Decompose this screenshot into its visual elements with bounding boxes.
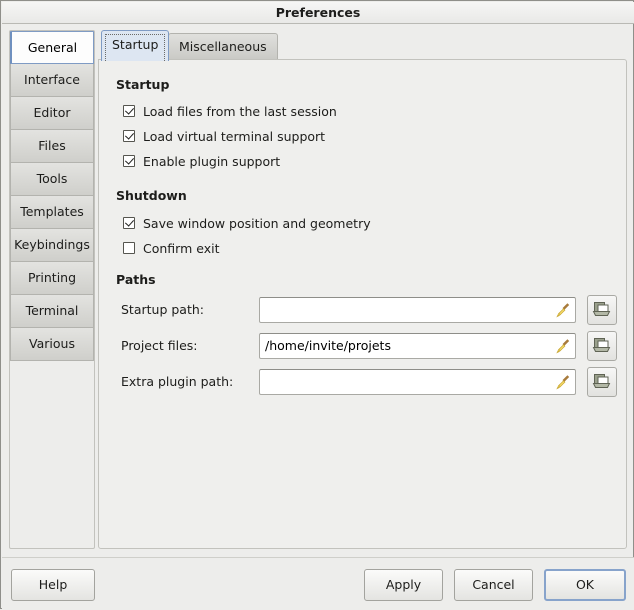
broom-icon[interactable]: [554, 337, 572, 355]
sidebar-item-tools[interactable]: Tools: [10, 163, 94, 196]
startup-tab-panel: Startup Load files from the last session…: [98, 59, 627, 549]
tab-label: Startup: [112, 37, 159, 52]
category-sidebar[interactable]: General Interface Editor Files Tools Tem…: [9, 30, 95, 549]
sidebar-item-label: Tools: [36, 171, 68, 186]
tab-label: Miscellaneous: [179, 39, 267, 54]
cancel-button-label: Cancel: [472, 577, 515, 592]
broom-icon[interactable]: [554, 373, 572, 391]
tab-startup[interactable]: Startup: [101, 30, 170, 61]
sidebar-item-various[interactable]: Various: [10, 328, 94, 361]
apply-button[interactable]: Apply: [364, 569, 443, 601]
checkbox-label: Load virtual terminal support: [143, 128, 326, 144]
sidebar-item-general[interactable]: General: [10, 31, 94, 64]
checkbox-virtual-terminal[interactable]: [123, 130, 135, 142]
dialog-action-area: Help Apply Cancel OK: [2, 557, 634, 610]
shutdown-section-heading: Shutdown: [116, 188, 187, 203]
checkbox-save-window-geometry[interactable]: [123, 217, 135, 229]
checkbox-row-save-window-geometry[interactable]: Save window position and geometry: [123, 214, 371, 232]
path-row-startup-path: Startup path:: [121, 295, 617, 325]
sidebar-item-interface[interactable]: Interface: [10, 64, 94, 97]
checkbox-label: Save window position and geometry: [143, 215, 371, 231]
sidebar-item-label: Various: [29, 336, 75, 351]
checkbox-row-load-last-session[interactable]: Load files from the last session: [123, 102, 337, 120]
checkbox-load-last-session[interactable]: [123, 105, 135, 117]
checkbox-row-virtual-terminal[interactable]: Load virtual terminal support: [123, 127, 325, 145]
window-title: Preferences: [275, 5, 361, 20]
sidebar-item-terminal[interactable]: Terminal: [10, 295, 94, 328]
help-button[interactable]: Help: [11, 569, 95, 601]
browse-button-extra-plugin-path[interactable]: [587, 367, 617, 397]
path-row-extra-plugin-path: Extra plugin path:: [121, 367, 617, 397]
startup-section-heading: Startup: [116, 77, 170, 92]
dialog-body: General Interface Editor Files Tools Tem…: [2, 24, 634, 555]
checkbox-label: Confirm exit: [143, 240, 220, 256]
extra-plugin-path-value: [265, 370, 549, 394]
checkbox-confirm-exit[interactable]: [123, 242, 135, 254]
checkbox-label: Load files from the last session: [143, 103, 337, 119]
sidebar-item-label: Files: [38, 138, 66, 153]
browse-button-project-files[interactable]: [587, 331, 617, 361]
sidebar-item-label: Templates: [20, 204, 84, 219]
folder-open-icon: [592, 372, 612, 393]
folder-open-icon: [592, 300, 612, 321]
sidebar-item-label: Terminal: [25, 303, 79, 318]
browse-button-startup-path[interactable]: [587, 295, 617, 325]
path-label-startup-path: Startup path:: [121, 302, 204, 317]
window-titlebar: Preferences: [2, 2, 634, 24]
project-files-entry[interactable]: /home/invite/projets: [259, 333, 576, 359]
sidebar-item-editor[interactable]: Editor: [10, 97, 94, 130]
sidebar-item-printing[interactable]: Printing: [10, 262, 94, 295]
broom-icon[interactable]: [554, 301, 572, 319]
path-label-extra-plugin-path: Extra plugin path:: [121, 374, 234, 389]
sidebar-item-label: Editor: [33, 105, 71, 120]
preferences-window: Preferences General Interface Editor Fil…: [0, 0, 634, 610]
help-button-label: Help: [38, 577, 68, 592]
path-label-project-files: Project files:: [121, 338, 198, 353]
ok-button[interactable]: OK: [544, 569, 626, 601]
apply-button-label: Apply: [385, 577, 422, 592]
sidebar-item-label: Keybindings: [14, 237, 90, 252]
sidebar-item-keybindings[interactable]: Keybindings: [10, 229, 94, 262]
preferences-notebook: Startup Miscellaneous Startup Load files…: [98, 30, 627, 549]
checkbox-label: Enable plugin support: [143, 153, 281, 169]
sidebar-item-label: General: [27, 40, 78, 55]
ok-button-label: OK: [575, 577, 595, 592]
cancel-button[interactable]: Cancel: [454, 569, 533, 601]
project-files-value: /home/invite/projets: [265, 338, 391, 353]
sidebar-item-label: Interface: [24, 72, 80, 87]
startup-path-entry[interactable]: [259, 297, 576, 323]
tab-miscellaneous[interactable]: Miscellaneous: [168, 33, 278, 60]
startup-path-value: [265, 298, 549, 322]
paths-section-heading: Paths: [116, 272, 156, 287]
sidebar-item-templates[interactable]: Templates: [10, 196, 94, 229]
checkbox-plugin-support[interactable]: [123, 155, 135, 167]
tab-strip: Startup Miscellaneous: [98, 30, 627, 61]
checkbox-row-confirm-exit[interactable]: Confirm exit: [123, 239, 219, 257]
checkbox-row-plugin-support[interactable]: Enable plugin support: [123, 152, 280, 170]
folder-open-icon: [592, 336, 612, 357]
path-row-project-files: Project files: /home/invite/projets: [121, 331, 617, 361]
extra-plugin-path-entry[interactable]: [259, 369, 576, 395]
sidebar-item-files[interactable]: Files: [10, 130, 94, 163]
sidebar-item-label: Printing: [27, 270, 77, 285]
